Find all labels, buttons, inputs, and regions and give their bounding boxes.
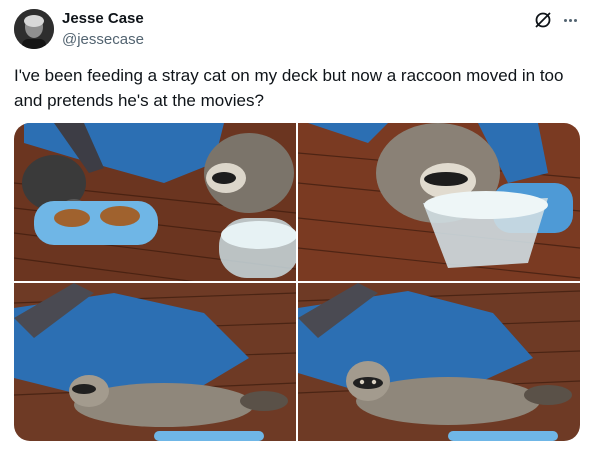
author-handle[interactable]: @jessecase xyxy=(62,31,144,48)
photo-3[interactable] xyxy=(14,283,296,441)
author-name[interactable]: Jesse Case xyxy=(62,10,144,27)
media-grid xyxy=(14,123,580,441)
photo-1[interactable] xyxy=(14,123,296,281)
avatar[interactable] xyxy=(14,9,54,49)
tweet-text: I've been feeding a stray cat on my deck… xyxy=(14,66,564,110)
photo-2[interactable] xyxy=(298,123,580,281)
more-options-icon[interactable] xyxy=(559,9,581,31)
grok-icon[interactable] xyxy=(532,9,554,31)
photo-4[interactable] xyxy=(298,283,580,441)
avatar-image xyxy=(14,9,54,49)
